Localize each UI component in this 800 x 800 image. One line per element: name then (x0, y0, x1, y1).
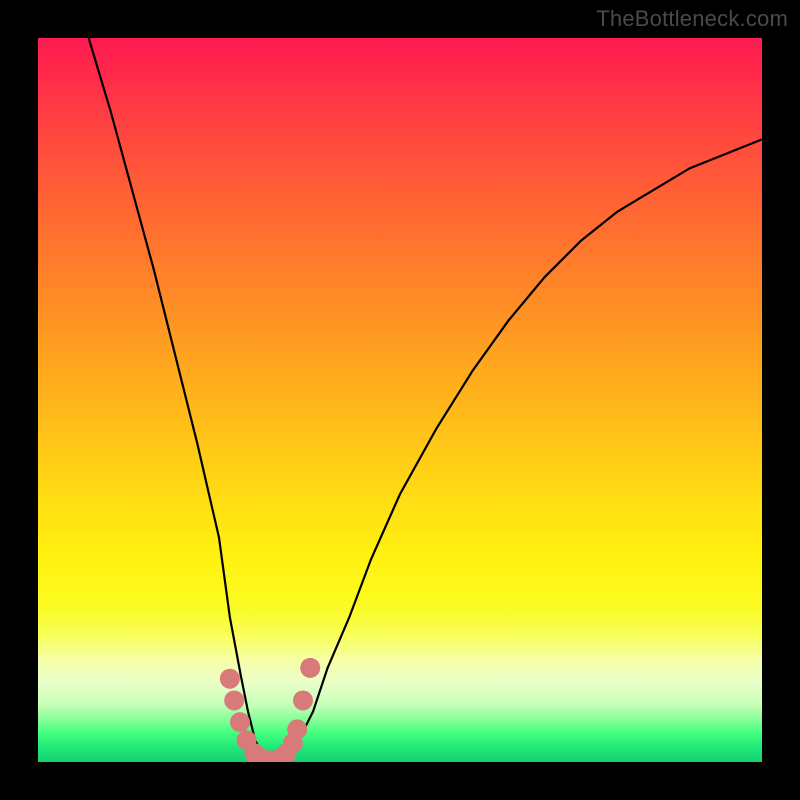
bottleneck-curve (89, 38, 762, 762)
chart-frame: TheBottleneck.com (0, 0, 800, 800)
marker-dot (220, 669, 240, 689)
marker-dot (230, 712, 250, 732)
marker-dot (300, 658, 320, 678)
chart-svg (38, 38, 762, 762)
marker-dot (293, 690, 313, 710)
plot-area (38, 38, 762, 762)
bottom-markers-group (220, 658, 320, 762)
watermark-text: TheBottleneck.com (596, 6, 788, 32)
marker-dot (224, 690, 244, 710)
marker-dot (287, 719, 307, 739)
